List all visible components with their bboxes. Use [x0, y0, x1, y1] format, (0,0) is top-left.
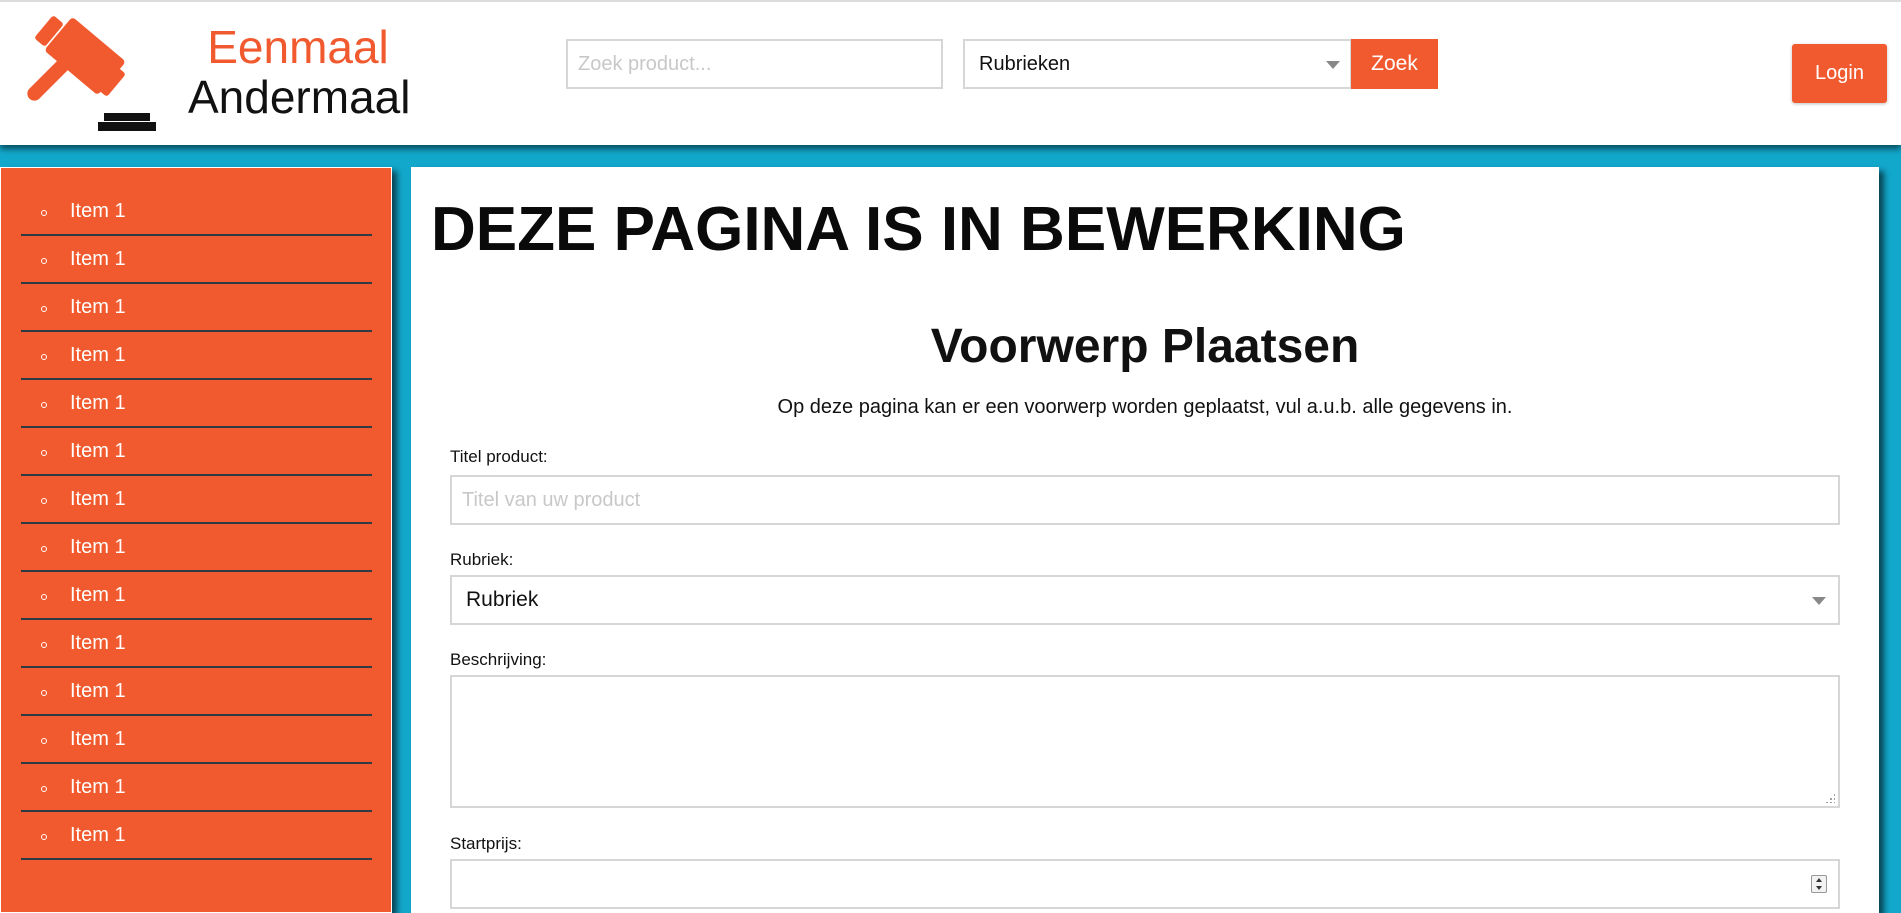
sidebar-item[interactable]: Item 1	[21, 620, 372, 668]
login-button[interactable]: Login	[1792, 44, 1887, 103]
chevron-down-icon	[1326, 61, 1340, 69]
sidebar-item-label: Item 1	[70, 392, 126, 414]
number-stepper-icon[interactable]	[1811, 875, 1827, 893]
sidebar-item[interactable]: Item 1	[21, 332, 372, 380]
sidebar-item[interactable]: Item 1	[21, 284, 372, 332]
circle-bullet-icon	[41, 450, 47, 456]
circle-bullet-icon	[41, 498, 47, 504]
circle-bullet-icon	[41, 834, 47, 840]
sidebar-item-label: Item 1	[70, 632, 126, 654]
sidebar-item[interactable]: Item 1	[21, 188, 372, 236]
circle-bullet-icon	[41, 546, 47, 552]
sidebar-list: Item 1 Item 1 Item 1 Item 1 Item 1 Item …	[21, 188, 372, 860]
sidebar-item[interactable]: Item 1	[21, 764, 372, 812]
sidebar-item-label: Item 1	[70, 776, 126, 798]
sidebar-item-label: Item 1	[70, 584, 126, 606]
sidebar-item[interactable]: Item 1	[21, 476, 372, 524]
circle-bullet-icon	[41, 642, 47, 648]
description-textarea[interactable]	[450, 675, 1840, 808]
sidebar-item[interactable]: Item 1	[21, 812, 372, 860]
sidebar-item-label: Item 1	[70, 344, 126, 366]
product-title-input[interactable]	[450, 475, 1840, 525]
circle-bullet-icon	[41, 306, 47, 312]
sidebar-item[interactable]: Item 1	[21, 572, 372, 620]
sidebar-item-label: Item 1	[70, 440, 126, 462]
title-field-label: Titel product:	[450, 447, 548, 466]
circle-bullet-icon	[41, 594, 47, 600]
chevron-down-icon	[1812, 597, 1826, 605]
category-select-value: Rubrieken	[979, 52, 1071, 75]
sidebar-item-label: Item 1	[70, 680, 126, 702]
site-header: Eenmaal Andermaal Rubrieken Zoek Login	[0, 0, 1901, 145]
category-select-field-value: Rubriek	[466, 588, 539, 611]
sidebar: Item 1 Item 1 Item 1 Item 1 Item 1 Item …	[0, 167, 392, 913]
search-button[interactable]: Zoek	[1351, 39, 1438, 89]
sidebar-item-label: Item 1	[70, 728, 126, 750]
gavel-icon[interactable]	[12, 14, 162, 132]
category-select[interactable]: Rubrieken	[963, 39, 1352, 89]
circle-bullet-icon	[41, 690, 47, 696]
sidebar-item[interactable]: Item 1	[21, 428, 372, 476]
sidebar-item[interactable]: Item 1	[21, 716, 372, 764]
brand-name-line1: Eenmaal	[207, 21, 389, 73]
start-price-input[interactable]	[450, 859, 1840, 909]
sidebar-item[interactable]: Item 1	[21, 668, 372, 716]
brand-name-line2: Andermaal	[188, 71, 411, 123]
sidebar-item-label: Item 1	[70, 248, 126, 270]
circle-bullet-icon	[41, 258, 47, 264]
sidebar-item-label: Item 1	[70, 824, 126, 846]
sidebar-item-label: Item 1	[70, 296, 126, 318]
brand-logo[interactable]: Eenmaal Andermaal	[188, 21, 411, 123]
circle-bullet-icon	[41, 354, 47, 360]
page-intro-text: Op deze pagina kan er een voorwerp worde…	[777, 396, 1513, 418]
circle-bullet-icon	[41, 786, 47, 792]
sidebar-item[interactable]: Item 1	[21, 524, 372, 572]
main-content: DEZE PAGINA IS IN BEWERKING Voorwerp Pla…	[411, 167, 1879, 913]
category-field-label: Rubriek:	[450, 550, 514, 569]
page-title: Voorwerp Plaatsen	[930, 320, 1360, 373]
under-construction-banner: DEZE PAGINA IS IN BEWERKING	[431, 195, 1406, 264]
start-price-field-label: Startprijs:	[450, 834, 522, 853]
description-field-label: Beschrijving:	[450, 650, 547, 669]
sidebar-item[interactable]: Item 1	[21, 380, 372, 428]
search-input[interactable]	[566, 39, 943, 89]
sidebar-item-label: Item 1	[70, 536, 126, 558]
sidebar-item-label: Item 1	[70, 200, 126, 222]
circle-bullet-icon	[41, 402, 47, 408]
circle-bullet-icon	[41, 210, 47, 216]
circle-bullet-icon	[41, 738, 47, 744]
sidebar-item-label: Item 1	[70, 488, 126, 510]
sidebar-item[interactable]: Item 1	[21, 236, 372, 284]
category-select-field[interactable]: Rubriek	[450, 575, 1840, 625]
